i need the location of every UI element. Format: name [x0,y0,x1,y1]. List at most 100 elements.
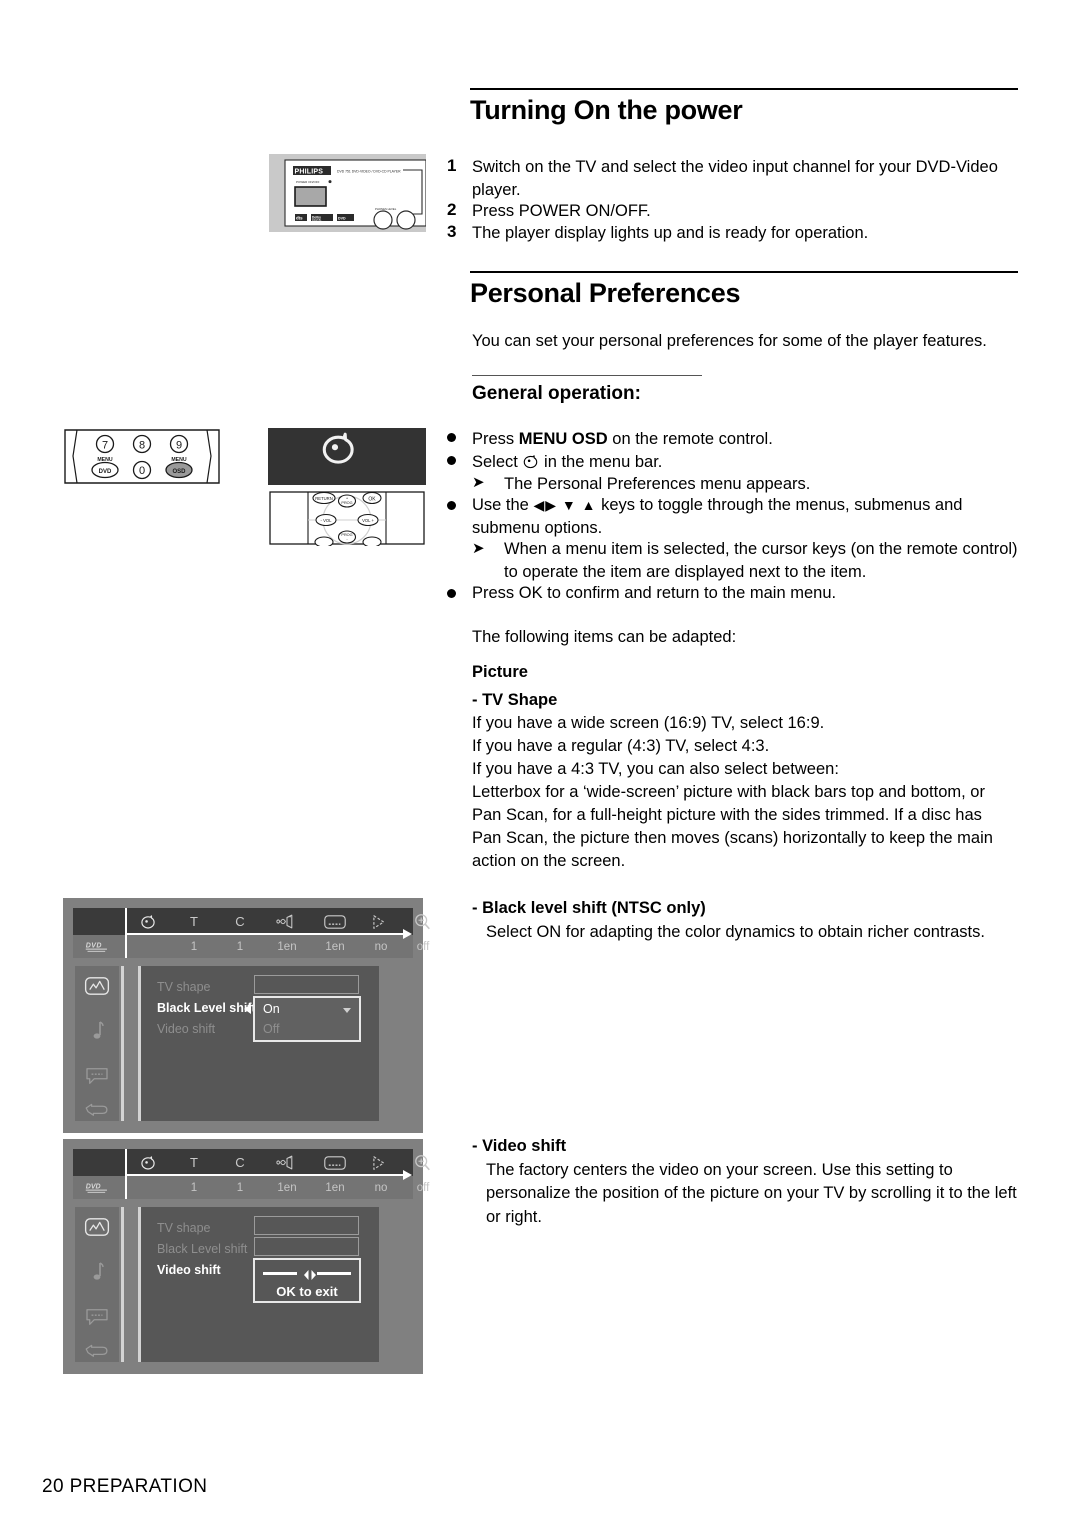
svg-text:PROG: PROG [341,501,352,505]
osd-ok-to-exit-hint: OK to exit [276,1284,338,1299]
osd-menu-bar-values-row: DVD 1 1 1en 1en no off [73,1176,429,1199]
osd-dropdown-option-off[interactable]: Off [263,1022,279,1036]
svg-text:OK: OK [368,496,376,502]
bullet-marker [447,589,456,598]
osd-value-chapter: 1 [236,1181,244,1194]
osd-bar-arrow-icon [403,929,412,939]
remote-keypad-illustration: 7 8 9 MENU MENU DVD 0 OSD [63,428,221,485]
osd-disc-type-label: DVD [73,935,125,958]
osd-sidebar-edge [121,1207,124,1362]
svg-text:PHONES LEVEL: PHONES LEVEL [375,207,397,211]
tv-shape-line-7: action on the screen. [472,852,626,870]
personal-preferences-intro: You can set your personal preferences fo… [472,332,987,350]
svg-text:PHILIPS: PHILIPS [295,168,324,175]
tv-shape-line-6: Pan Scan, the picture then moves (scans)… [472,829,993,847]
section-title-turning-on: Turning On the power [470,95,743,125]
osd-value-box-tv-shape[interactable] [254,1216,359,1235]
svg-text:0: 0 [139,465,145,477]
svg-text:RETURN: RETURN [315,496,332,501]
osd-menu-bar-icons-row: T C [73,1149,430,1176]
audio-icon[interactable] [263,1149,311,1176]
bullet-post-text: on the remote control. [607,430,773,448]
osd-value-audio: 1en [277,1181,297,1194]
general-operation-heading: General operation: [472,383,641,404]
bullet-press-menu-osd: Press MENU OSD on the remote control. [472,428,1018,451]
osd-dropdown-black-level[interactable]: On Off [253,996,361,1042]
section-title-personal-preferences: Personal Preferences [470,278,741,308]
sound-icon[interactable] [75,1019,119,1043]
language-icon[interactable] [75,1305,119,1329]
osd-bar-baseline [125,933,403,935]
angle-icon[interactable] [359,1149,403,1176]
title-icon-T[interactable]: T [171,1149,217,1176]
tv-shape-line-2: If you have a regular (4:3) TV, select 4… [472,737,770,755]
bullet-marker [447,433,456,442]
osd-video-shift-slider-panel[interactable]: OK to exit [253,1258,361,1303]
svg-text:DVD: DVD [338,216,346,220]
bullet-strong-text: MENU OSD [518,430,608,448]
svg-text:8: 8 [139,440,145,452]
osd-row-label-tv-shape[interactable]: TV shape [157,980,211,994]
osd-row-label-video-shift[interactable]: Video shift [157,1263,221,1277]
osd-value-box-black-level[interactable] [254,1237,359,1256]
bullet-post-text: in the menu bar. [539,453,663,471]
language-icon[interactable] [75,1064,119,1088]
svg-text:9: 9 [176,440,182,452]
osd-category-sidebar [75,1207,119,1362]
tv-shape-line-4: Letterbox for a ‘wide-screen’ picture wi… [472,783,985,801]
svg-text:DVD: DVD [86,1183,101,1190]
osd-category-sidebar [75,966,119,1121]
bullet-pre-text: Use the [472,496,534,514]
osd-disc-type-label: DVD [73,1176,125,1199]
osd-dropdown-selected-on[interactable]: On [263,1002,280,1016]
subtitle-icon[interactable] [311,908,359,935]
arrow-marker: ➤ [472,474,485,491]
osd-menu-bar: T C DVD 1 1 1en 1en no off [73,1149,430,1199]
sound-icon[interactable] [75,1260,119,1284]
section-rule-2 [470,271,1018,273]
osd-screenshot-black-level: T C DVD 1 1 1en 1en no off TV shape Blac… [63,898,430,1133]
osd-value-title: 1 [190,940,198,953]
heading-picture: Picture [472,663,528,681]
head-icon[interactable] [125,1149,171,1176]
arrow-text-cursor-keys: When a menu item is selected, the cursor… [504,540,1018,582]
osd-sidebar-edge [121,966,124,1121]
osd-panel-edge [138,1207,141,1362]
arrow-marker: ➤ [472,540,485,557]
bullet-marker [447,456,456,465]
osd-value-angle: no [374,1181,388,1194]
osd-value-chapter: 1 [236,940,244,953]
osd-settings-panel: TV shape Black Level shift Video shift O… [141,966,379,1121]
chapter-icon-C[interactable]: C [217,1149,263,1176]
svg-text:POWER ON/OFF: POWER ON/OFF [296,180,320,184]
title-icon-T[interactable]: T [171,908,217,935]
osd-menu-bar-values-row: DVD 1 1 1en 1en no off [73,935,429,958]
slider-track-right [317,1272,351,1275]
page-footer: 20 PREPARATION [42,1476,208,1497]
osd-row-label-black-level-shift[interactable]: Black Level shift [157,1242,247,1256]
cursor-left-icon [244,1004,251,1014]
heading-video-shift: - Video shift [472,1137,567,1155]
angle-icon[interactable] [359,908,403,935]
head-icon[interactable] [125,908,171,935]
osd-row-label-tv-shape[interactable]: TV shape [157,1221,211,1235]
step-text-2: Press POWER ON/OFF. [472,202,651,220]
audio-icon[interactable] [263,908,311,935]
osd-menu-bar: T C DVD 1 1 1en 1en no off [73,908,430,958]
osd-panel-edge [138,966,141,1121]
step-text-3: The player display lights up and is read… [472,224,869,242]
osd-disc-slot [73,908,125,935]
subtitle-icon[interactable] [311,1149,359,1176]
features-icon[interactable] [75,1096,119,1120]
picture-icon[interactable] [75,1215,119,1239]
chapter-icon-C[interactable]: C [217,908,263,935]
picture-icon[interactable] [75,974,119,998]
tv-shape-line-3: If you have a 4:3 TV, you can also selec… [472,760,839,778]
features-icon[interactable] [75,1337,119,1361]
osd-value-box-tv-shape[interactable] [254,975,359,994]
osd-row-label-black-level-shift[interactable]: Black Level shift [157,1001,256,1015]
osd-value-subtitle: 1en [325,1181,345,1194]
osd-row-label-video-shift[interactable]: Video shift [157,1022,215,1036]
osd-bar-baseline [125,1174,403,1176]
svg-text:VOL +: VOL + [362,518,374,523]
